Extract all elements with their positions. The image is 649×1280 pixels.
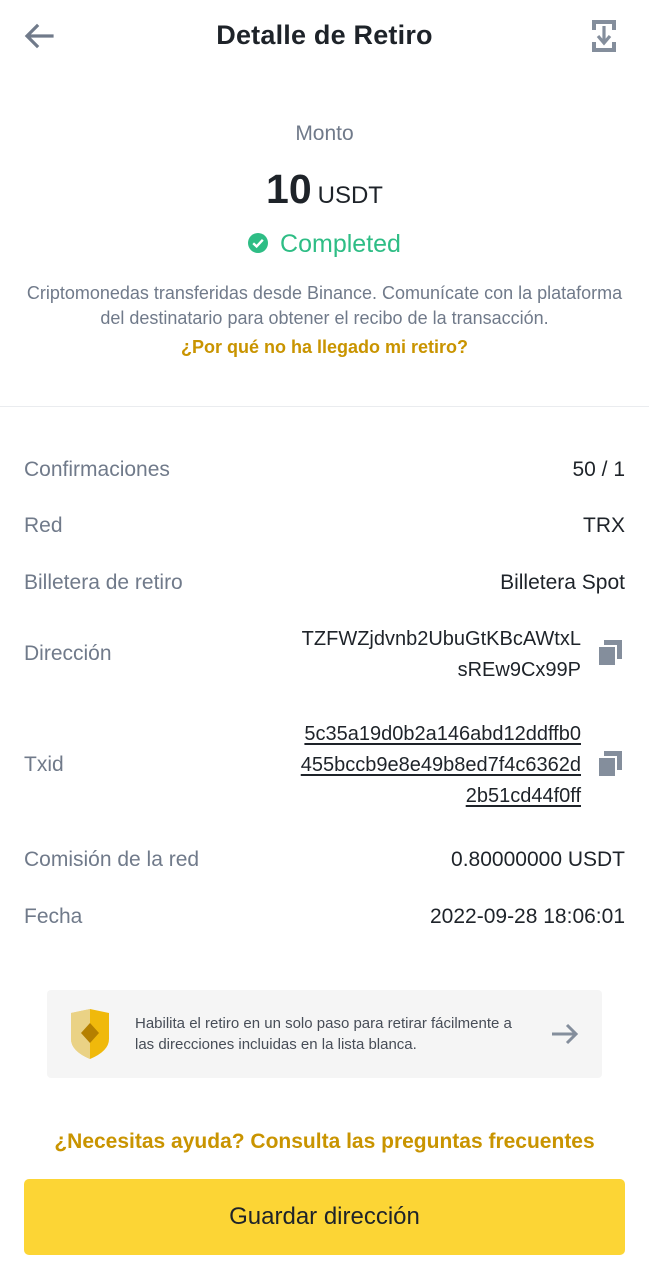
- status-row: Completed: [0, 230, 649, 259]
- fee-value: 0.80000000 USDT: [451, 848, 625, 871]
- faq-help-link[interactable]: ¿Necesitas ayuda? Consulta las preguntas…: [0, 1130, 649, 1154]
- network-label: Red: [24, 514, 63, 537]
- arrow-right-icon[interactable]: [549, 1020, 581, 1048]
- header: Detalle de Retiro: [0, 0, 649, 76]
- why-not-arrived-link[interactable]: ¿Por qué no ha llegado mi retiro?: [0, 337, 649, 358]
- amount-unit: USDT: [317, 182, 383, 209]
- banner-text: Habilita el retiro en un solo paso para …: [135, 1015, 512, 1053]
- network-value: TRX: [583, 514, 625, 537]
- date-label: Fecha: [24, 905, 83, 928]
- txid-line: 455bccb9e8e49b8ed7f4c6362d: [300, 754, 581, 776]
- amount-label: Monto: [295, 122, 354, 145]
- txid-label: Txid: [24, 753, 64, 776]
- shield-icon: [69, 1009, 111, 1059]
- amount-value: 10: [266, 166, 312, 212]
- whitelist-banner[interactable]: Habilita el retiro en un solo paso para …: [47, 990, 602, 1078]
- status-description: Criptomonedas transferidas desde Binance…: [26, 283, 623, 328]
- confirmations-label: Confirmaciones: [24, 458, 170, 481]
- amount-row: 10 USDT: [0, 166, 649, 213]
- confirmations-value: 50 / 1: [572, 458, 625, 481]
- status-text: Completed: [280, 230, 401, 258]
- date-value: 2022-09-28 18:06:01: [430, 905, 625, 928]
- divider: [0, 406, 649, 407]
- wallet-value: Billetera Spot: [500, 571, 625, 594]
- address-value: TZFWZjdvnb2UbuGtKBcAWtxL sREw9Cx99P: [302, 624, 581, 686]
- fee-label: Comisión de la red: [24, 848, 200, 871]
- copy-address-icon[interactable]: [597, 640, 622, 667]
- check-circle-icon: [248, 233, 269, 253]
- txid-line: 5c35a19d0b2a146abd12ddffb0: [304, 723, 581, 745]
- txid-link[interactable]: 5c35a19d0b2a146abd12ddffb0 455bccb9e8e49…: [301, 719, 581, 812]
- save-address-button[interactable]: Guardar dirección: [24, 1179, 625, 1255]
- address-line: TZFWZjdvnb2UbuGtKBcAWtxL: [301, 628, 581, 650]
- address-label: Dirección: [24, 642, 112, 665]
- share-receipt-icon[interactable]: [588, 18, 622, 54]
- page-title: Detalle de Retiro: [216, 20, 433, 50]
- txid-line: 2b51cd44f0ff: [465, 785, 581, 807]
- address-line: sREw9Cx99P: [457, 659, 581, 681]
- copy-txid-icon[interactable]: [597, 751, 622, 778]
- wallet-label: Billetera de retiro: [24, 571, 183, 594]
